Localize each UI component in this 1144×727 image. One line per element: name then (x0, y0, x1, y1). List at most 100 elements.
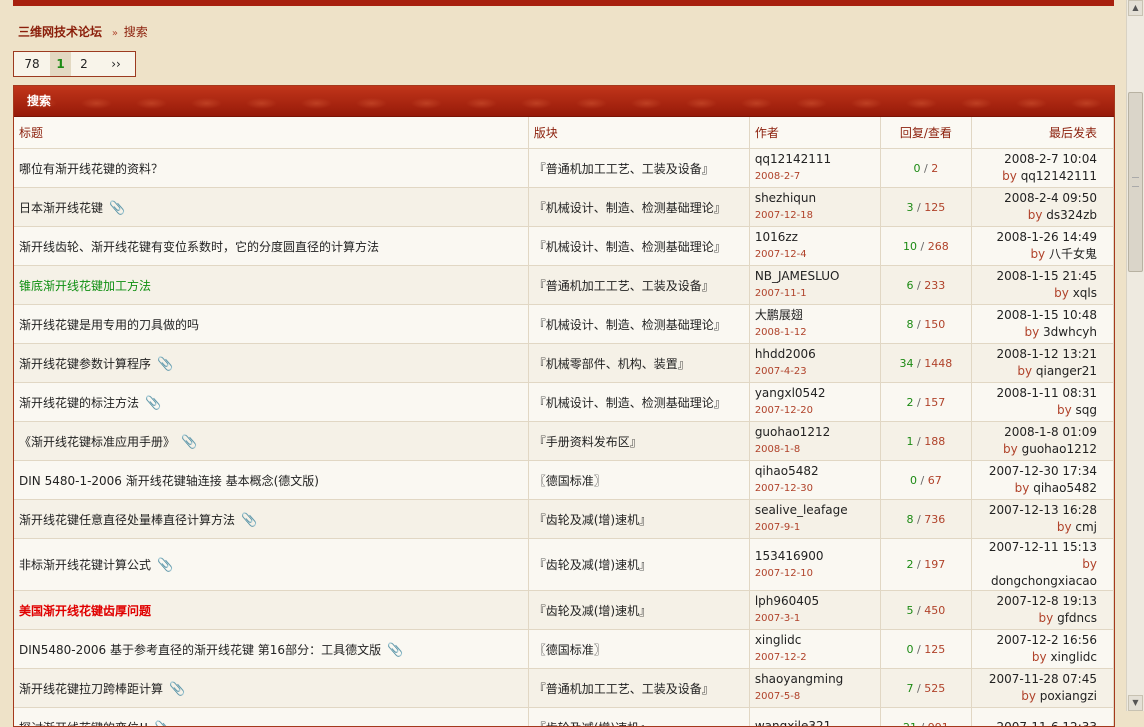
stats-separator: / (914, 682, 925, 695)
last-post-time[interactable]: 2007-12-13 16:28 (977, 502, 1097, 519)
thread-title-cell: 渐开线齿轮、渐开线花键有变位系数时，它的分度圆直径的计算方法 (14, 227, 528, 266)
author-link[interactable]: qq12142111 (755, 151, 875, 167)
forum-link[interactable]: 『齿轮及减(增)速机』 (534, 513, 651, 527)
last-post-time[interactable]: 2007-12-11 15:13 (977, 539, 1097, 556)
author-link[interactable]: qihao5482 (755, 463, 875, 479)
last-poster-link[interactable]: xqls (1073, 286, 1097, 300)
thread-title-cell: DIN5480-2006 基于参考直径的渐开线花键 第16部分：工具德文版📎 (14, 630, 528, 669)
thread-title-link[interactable]: 渐开线花键任意直径处量棒直径计算方法 (19, 513, 235, 527)
author-link[interactable]: NB_JAMESLUO (755, 268, 875, 284)
last-post-time[interactable]: 2008-1-15 10:48 (977, 307, 1097, 324)
last-poster-link[interactable]: 3dwhcyh (1043, 325, 1097, 339)
last-poster-link[interactable]: qianger21 (1036, 364, 1097, 378)
author-link[interactable]: guohao1212 (755, 424, 875, 440)
author-link[interactable]: yangxl0542 (755, 385, 875, 401)
by-label: by (1002, 169, 1017, 183)
forum-link[interactable]: 『手册资料发布区』 (534, 435, 642, 449)
last-post-time[interactable]: 2007-12-8 19:13 (977, 593, 1097, 610)
post-date: 2007-12-30 (755, 481, 875, 497)
thread-title-link[interactable]: 哪位有渐开线花键的资料？ (19, 162, 163, 176)
pagination-total-pages: 78 (14, 52, 50, 76)
author-link[interactable]: xinglidc (755, 632, 875, 648)
by-label: by (1024, 325, 1039, 339)
breadcrumb-home-link[interactable]: 三维网技术论坛 (18, 25, 102, 39)
thread-title-link[interactable]: 日本渐开线花键 (19, 201, 103, 215)
thread-title-link[interactable]: 探讨渐开线花键的变位!! (19, 721, 149, 727)
search-results-panel: 搜索 标题 版块 作者 回复/查看 最后发表 哪位有渐开线花键的资料？『普通机加… (13, 85, 1115, 727)
last-poster-link[interactable]: ds324zb (1046, 208, 1097, 222)
author-link[interactable]: 1016zz (755, 229, 875, 245)
vertical-scrollbar[interactable]: ▲ ▼ (1126, 0, 1144, 711)
last-post-time[interactable]: 2008-2-7 10:04 (977, 151, 1097, 168)
author-link[interactable]: hhdd2006 (755, 346, 875, 362)
forum-link[interactable]: 『齿轮及减(增)速机』 (534, 721, 651, 727)
last-post-time[interactable]: 2008-1-26 14:49 (977, 229, 1097, 246)
last-poster-link[interactable]: dongchongxiacao (991, 574, 1097, 588)
forum-link[interactable]: 『普通机加工工艺、工装及设备』 (534, 279, 714, 293)
thread-title-link[interactable]: 非标渐开线花键计算公式 (19, 558, 151, 572)
stats-separator: / (914, 558, 925, 571)
scroll-down-arrow-icon[interactable]: ▼ (1128, 695, 1143, 711)
forum-link[interactable]: 『齿轮及减(增)速机』 (534, 558, 651, 572)
reply-count: 8 (907, 318, 914, 331)
last-post-time[interactable]: 2007-12-2 16:56 (977, 632, 1097, 649)
pagination-page-2[interactable]: 2 (71, 52, 97, 76)
last-poster-link[interactable]: sqg (1076, 403, 1098, 417)
forum-link[interactable]: 『机械设计、制造、检测基础理论』 (534, 201, 726, 215)
column-header-last-post[interactable]: 最后发表 (971, 117, 1113, 149)
author-link[interactable]: lph960405 (755, 593, 875, 609)
thread-title-link[interactable]: 渐开线齿轮、渐开线花键有变位系数时，它的分度圆直径的计算方法 (19, 240, 379, 254)
last-poster-link[interactable]: 八千女鬼 (1049, 247, 1097, 261)
thread-title-cell: 日本渐开线花键📎 (14, 188, 528, 227)
forum-link[interactable]: 『齿轮及减(增)速机』 (534, 604, 651, 618)
scrollbar-thumb[interactable] (1128, 92, 1143, 272)
forum-link[interactable]: 『机械设计、制造、检测基础理论』 (534, 318, 726, 332)
forum-link[interactable]: 『普通机加工工艺、工装及设备』 (534, 682, 714, 696)
forum-link[interactable]: 『机械零部件、机构、装置』 (534, 357, 690, 371)
paperclip-icon: 📎 (157, 357, 173, 372)
forum-link[interactable]: 『普通机加工工艺、工装及设备』 (534, 162, 714, 176)
last-poster-link[interactable]: gfdncs (1057, 611, 1097, 625)
thread-title-link[interactable]: 锥底渐开线花键加工方法 (19, 279, 151, 293)
last-poster-link[interactable]: qq12142111 (1021, 169, 1097, 183)
column-header-replies-views[interactable]: 回复/查看 (880, 117, 971, 149)
last-poster-link[interactable]: qihao5482 (1033, 481, 1097, 495)
forum-link[interactable]: 〖德国标准〗 (534, 643, 606, 657)
last-poster-link[interactable]: guohao1212 (1022, 442, 1097, 456)
last-post-time[interactable]: 2007-11-28 07:45 (977, 671, 1097, 688)
thread-title-link[interactable]: 美国渐开线花键齿厚问题 (19, 604, 151, 618)
last-post-time[interactable]: 2008-2-4 09:50 (977, 190, 1097, 207)
author-link[interactable]: shaoyangming (755, 671, 875, 687)
last-post-time[interactable]: 2007-12-30 17:34 (977, 463, 1097, 480)
author-link[interactable]: 153416900 (755, 548, 875, 564)
forum-link[interactable]: 『机械设计、制造、检测基础理论』 (534, 240, 726, 254)
pagination-next-button[interactable]: ›› (97, 52, 135, 76)
thread-title-link[interactable]: DIN 5480-1-2006 渐开线花键轴连接 基本概念(德文版) (19, 474, 319, 488)
thread-title-link[interactable]: 《渐开线花键标准应用手册》 (19, 435, 175, 449)
author-link[interactable]: sealive_leafage (755, 502, 875, 518)
column-header-title[interactable]: 标题 (14, 117, 528, 149)
column-header-forum[interactable]: 版块 (528, 117, 749, 149)
thread-title-link[interactable]: DIN5480-2006 基于参考直径的渐开线花键 第16部分：工具德文版 (19, 643, 381, 657)
forum-link[interactable]: 〖德国标准〗 (534, 474, 606, 488)
last-post-time[interactable]: 2008-1-11 08:31 (977, 385, 1097, 402)
author-link[interactable]: shezhiqun (755, 190, 875, 206)
last-post-time[interactable]: 2007-11-6 12:33 (977, 719, 1097, 727)
last-post-time[interactable]: 2008-1-8 01:09 (977, 424, 1097, 441)
column-header-author[interactable]: 作者 (749, 117, 880, 149)
thread-title-link[interactable]: 渐开线花键的标注方法 (19, 396, 139, 410)
by-label: by (1082, 557, 1097, 571)
last-post-time[interactable]: 2008-1-12 13:21 (977, 346, 1097, 363)
thread-title-link[interactable]: 渐开线花键参数计算程序 (19, 357, 151, 371)
last-poster-link[interactable]: xinglidc (1050, 650, 1097, 664)
author-link[interactable]: 大鹏展翅 (755, 307, 875, 323)
last-poster-link[interactable]: cmj (1075, 520, 1097, 534)
author-link[interactable]: wangxile321 (755, 718, 875, 727)
view-count: 197 (924, 558, 945, 571)
last-post-time[interactable]: 2008-1-15 21:45 (977, 268, 1097, 285)
scroll-up-arrow-icon[interactable]: ▲ (1128, 0, 1143, 16)
forum-link[interactable]: 『机械设计、制造、检测基础理论』 (534, 396, 726, 410)
thread-title-link[interactable]: 渐开线花键拉刀跨棒距计算 (19, 682, 163, 696)
last-poster-link[interactable]: poxiangzi (1040, 689, 1097, 703)
thread-title-link[interactable]: 渐开线花键是用专用的刀具做的吗 (19, 318, 199, 332)
